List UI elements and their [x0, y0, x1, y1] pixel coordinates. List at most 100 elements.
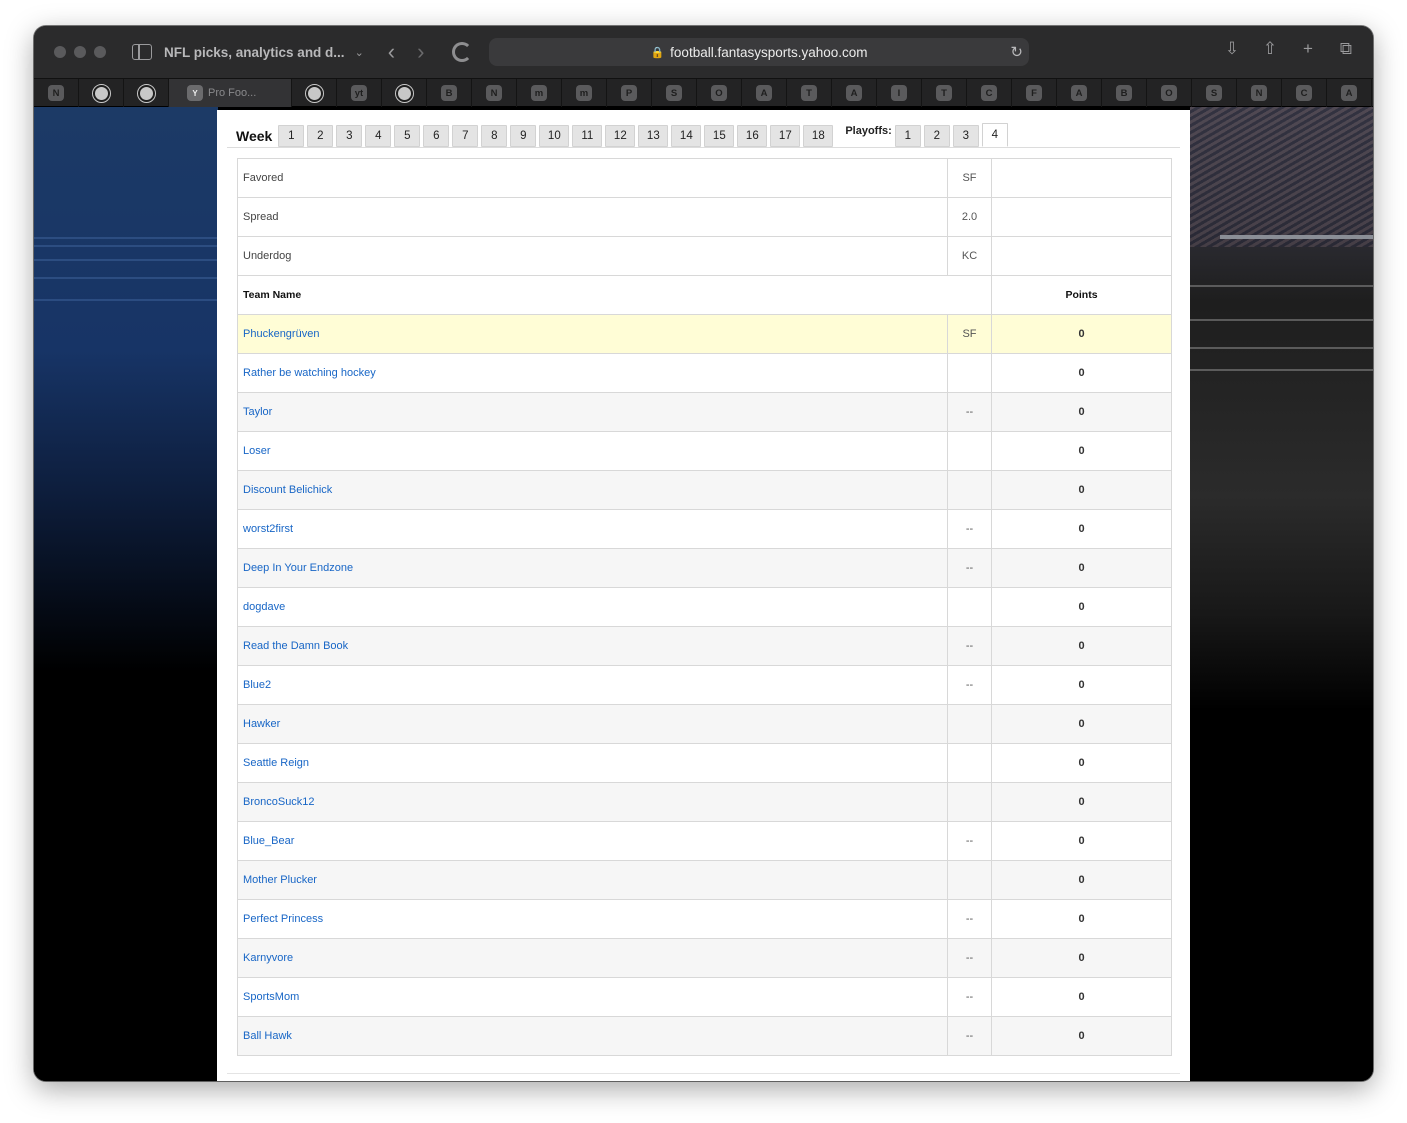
team-cell: BroncoSuck12 — [237, 782, 948, 822]
favorite-item[interactable]: T — [787, 79, 832, 107]
team-link[interactable]: Read the Damn Book — [243, 640, 348, 652]
team-link[interactable]: worst2first — [243, 523, 293, 535]
team-cell: Perfect Princess — [237, 899, 948, 939]
team-link[interactable]: Seattle Reign — [243, 757, 309, 769]
favorite-item[interactable] — [292, 79, 337, 107]
team-link[interactable]: Discount Belichick — [243, 484, 332, 496]
week-tab-7[interactable]: 7 — [452, 125, 479, 147]
team-link[interactable]: dogdave — [243, 601, 285, 613]
team-link[interactable]: SportsMom — [243, 991, 299, 1003]
team-link[interactable]: Deep In Your Endzone — [243, 562, 353, 574]
week-tab-13[interactable]: 13 — [638, 125, 669, 147]
team-link[interactable]: Perfect Princess — [243, 913, 323, 925]
week-tab-16[interactable]: 16 — [737, 125, 768, 147]
favorite-item[interactable]: N — [1237, 79, 1282, 107]
playoff-tab-1[interactable]: 1 — [894, 125, 921, 147]
favorite-item[interactable]: P — [607, 79, 652, 107]
tab-title[interactable]: NFL picks, analytics and d... — [164, 45, 345, 60]
favorite-item[interactable]: C — [967, 79, 1012, 107]
favorite-item[interactable]: O — [697, 79, 742, 107]
minimize-window-button[interactable] — [74, 46, 86, 58]
week-tab-4[interactable]: 4 — [365, 125, 392, 147]
favorite-item[interactable]: B — [427, 79, 472, 107]
favorite-item[interactable]: A — [832, 79, 877, 107]
favorite-icon: S — [666, 85, 682, 101]
week-tab-14[interactable]: 14 — [671, 125, 702, 147]
favorite-item[interactable] — [79, 79, 124, 107]
team-link[interactable]: Loser — [243, 445, 271, 457]
week-tab-12[interactable]: 12 — [605, 125, 636, 147]
favorite-item[interactable]: I — [877, 79, 922, 107]
favorite-item[interactable]: Y Pro Foo... — [169, 79, 292, 107]
reload-icon[interactable]: ↻ — [1010, 43, 1023, 61]
team-link[interactable]: Blue2 — [243, 679, 271, 691]
favorite-item[interactable]: T — [922, 79, 967, 107]
week-tab-11[interactable]: 11 — [572, 125, 603, 147]
week-tab-9[interactable]: 9 — [510, 125, 537, 147]
close-window-button[interactable] — [54, 46, 66, 58]
favorite-item[interactable]: A — [1057, 79, 1102, 107]
playoff-tab-2[interactable]: 2 — [923, 125, 950, 147]
team-link[interactable]: Mother Plucker — [243, 874, 317, 886]
favorite-icon: C — [981, 85, 997, 101]
week-tab-15[interactable]: 15 — [704, 125, 735, 147]
favorite-icon: A — [846, 85, 862, 101]
web-content: Week 1 2 3 4 5 6 7 8 9 10 11 12 13 14 15 16 17 18 Playoffs… — [34, 107, 1373, 1081]
favorite-item[interactable]: F — [1012, 79, 1057, 107]
favorite-item[interactable] — [382, 79, 427, 107]
week-tab-18[interactable]: 18 — [803, 125, 834, 147]
tab-overview-icon[interactable]: ⧉ — [1337, 40, 1355, 58]
team-link[interactable]: Taylor — [243, 406, 272, 418]
team-link[interactable]: Karnyvore — [243, 952, 293, 964]
team-link[interactable]: Ball Hawk — [243, 1030, 292, 1042]
week-tab-5[interactable]: 5 — [394, 125, 421, 147]
favorite-item[interactable]: m — [562, 79, 607, 107]
week-tab-3[interactable]: 3 — [336, 125, 363, 147]
team-cell: dogdave — [237, 587, 948, 627]
pick-cell: -- — [947, 548, 992, 588]
share-icon[interactable]: ⇧ — [1261, 40, 1279, 58]
week-tab-17[interactable]: 17 — [770, 125, 801, 147]
favorite-item[interactable]: A — [742, 79, 787, 107]
favorite-item[interactable] — [124, 79, 169, 107]
week-tab-10[interactable]: 10 — [539, 125, 570, 147]
week-tab-1[interactable]: 1 — [278, 125, 305, 147]
chevron-down-icon[interactable]: ⌄ — [355, 46, 364, 59]
new-tab-icon[interactable]: + — [1299, 40, 1317, 58]
github-icon — [136, 83, 156, 103]
team-cell: Phuckengrüven — [237, 314, 948, 354]
week-tab-6[interactable]: 6 — [423, 125, 450, 147]
favorite-icon: N — [486, 85, 502, 101]
team-link[interactable]: BroncoSuck12 — [243, 796, 315, 808]
favorite-item[interactable]: B — [1102, 79, 1147, 107]
team-link[interactable]: Blue_Bear — [243, 835, 294, 847]
address-bar[interactable]: 🔒 football.fantasysports.yahoo.com ↻ — [489, 38, 1029, 66]
favorite-item[interactable]: A — [1327, 79, 1372, 107]
team-link[interactable]: Hawker — [243, 718, 280, 730]
week-tab-2[interactable]: 2 — [307, 125, 334, 147]
downloads-icon[interactable]: ⇩ — [1223, 40, 1241, 58]
back-icon[interactable]: ‹ — [388, 39, 395, 65]
favorite-item[interactable]: N — [472, 79, 517, 107]
favorite-item[interactable]: O — [1147, 79, 1192, 107]
forward-icon[interactable]: › — [417, 39, 424, 65]
week-tab-8[interactable]: 8 — [481, 125, 508, 147]
zoom-window-button[interactable] — [94, 46, 106, 58]
sidebar-toggle-icon[interactable] — [132, 44, 152, 60]
favorite-item[interactable]: m — [517, 79, 562, 107]
team-cell: Seattle Reign — [237, 743, 948, 783]
favorite-icon: m — [576, 85, 592, 101]
favorite-item[interactable]: N — [34, 79, 79, 107]
favorite-item[interactable]: yt — [337, 79, 382, 107]
playoff-tab-3[interactable]: 3 — [952, 125, 979, 147]
pick-cell: -- — [947, 1016, 992, 1056]
playoff-tab-4[interactable]: 4 — [981, 123, 1008, 147]
team-link[interactable]: Rather be watching hockey — [243, 367, 376, 379]
favorite-item[interactable]: C — [1282, 79, 1327, 107]
team-link[interactable]: Phuckengrüven — [243, 328, 319, 340]
favorite-item[interactable]: S — [1192, 79, 1237, 107]
favorite-item[interactable]: S — [652, 79, 697, 107]
grammarly-extension-icon[interactable] — [452, 42, 473, 62]
table-row: Taylor -- 0 — [237, 392, 1172, 432]
lock-icon: 🔒 — [650, 46, 665, 59]
